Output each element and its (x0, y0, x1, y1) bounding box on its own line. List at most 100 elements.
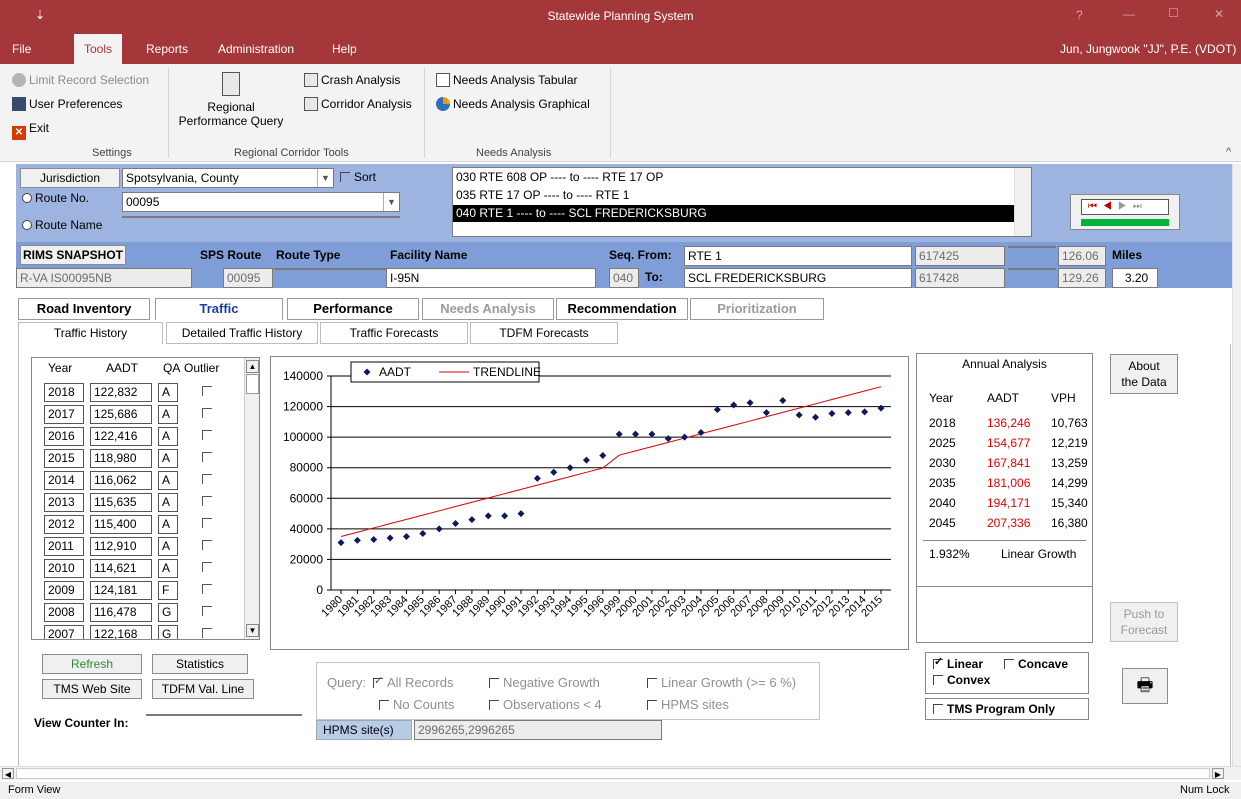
history-year-cell[interactable]: 2011 (44, 537, 84, 556)
outlier-checkbox[interactable] (202, 496, 212, 506)
crash-analysis-button[interactable]: Crash Analysis (304, 73, 400, 87)
tms-web-site-button[interactable]: TMS Web Site (42, 679, 142, 699)
negative-growth-checkbox[interactable]: Negative Growth (489, 675, 600, 690)
history-qa-cell[interactable]: A (158, 471, 178, 490)
history-qa-cell[interactable]: A (158, 449, 178, 468)
menu-reports[interactable]: Reports (146, 34, 188, 64)
exit-button[interactable]: ✕ Exit (12, 121, 49, 140)
needs-analysis-graphical-button[interactable]: Needs Analysis Graphical (436, 97, 590, 111)
regional-performance-query-button[interactable]: Regional Performance Query (176, 70, 286, 128)
linear-growth-checkbox[interactable]: Linear Growth (>= 6 %) (647, 675, 796, 690)
history-qa-cell[interactable]: F (158, 581, 178, 600)
tab-recommendation[interactable]: Recommendation (556, 298, 688, 320)
history-year-cell[interactable]: 2013 (44, 493, 84, 512)
history-qa-cell[interactable]: A (158, 493, 178, 512)
user-preferences-button[interactable]: User Preferences (12, 97, 122, 111)
history-qa-cell[interactable]: G (158, 625, 178, 639)
refresh-button[interactable]: Refresh (42, 654, 142, 674)
history-year-cell[interactable]: 2015 (44, 449, 84, 468)
history-year-cell[interactable]: 2017 (44, 405, 84, 424)
push-to-forecast-button[interactable]: Push to Forecast (1110, 602, 1178, 642)
route-type-select[interactable]: ▼ (274, 268, 386, 270)
scroll-thumb[interactable] (246, 374, 259, 394)
outlier-checkbox[interactable] (202, 540, 212, 550)
from-field[interactable]: RTE 1 (684, 246, 912, 266)
last-record-icon[interactable]: ⏭ (1133, 201, 1148, 212)
menu-file[interactable]: File (12, 34, 31, 64)
history-aadt-cell[interactable]: 116,062 (90, 471, 152, 490)
horizontal-scrollbar[interactable]: ◀ ▶ (0, 766, 1241, 780)
list-scrollbar[interactable] (1014, 168, 1031, 236)
maximize-icon[interactable]: ☐ (1168, 6, 1179, 20)
table-scrollbar[interactable]: ▲ ▼ (244, 358, 259, 639)
close-icon[interactable]: ✕ (1214, 7, 1224, 21)
corridor-analysis-button[interactable]: Corridor Analysis (304, 97, 412, 111)
history-aadt-cell[interactable]: 115,400 (90, 515, 152, 534)
menu-tools[interactable]: Tools (74, 34, 123, 64)
tab-prioritization[interactable]: Prioritization (690, 298, 824, 320)
outlier-checkbox[interactable] (202, 474, 212, 484)
history-year-cell[interactable]: 2009 (44, 581, 84, 600)
all-records-checkbox[interactable]: ✓ All Records (373, 675, 453, 690)
history-year-cell[interactable]: 2012 (44, 515, 84, 534)
subtab-traffic-forecasts[interactable]: Traffic Forecasts (320, 322, 468, 344)
history-aadt-cell[interactable]: 112,910 (90, 537, 152, 556)
tab-needs-analysis[interactable]: Needs Analysis (422, 298, 554, 320)
no-counts-checkbox[interactable]: No Counts (379, 697, 454, 712)
vertical-scrollbar[interactable] (1232, 164, 1241, 766)
concave-checkbox[interactable]: Concave (1004, 657, 1068, 671)
observations-checkbox[interactable]: Observations < 4 (489, 697, 602, 712)
history-aadt-cell[interactable]: 124,181 (90, 581, 152, 600)
tdfm-val-line-button[interactable]: TDFM Val. Line (152, 679, 254, 699)
route-name-select[interactable]: ▼ (122, 216, 400, 218)
outlier-checkbox[interactable] (202, 452, 212, 462)
facility-name-field[interactable]: I-95N (386, 268, 596, 288)
subtab-detailed-traffic-history[interactable]: Detailed Traffic History (166, 322, 318, 344)
convex-checkbox[interactable]: Convex (933, 673, 990, 687)
help-icon[interactable]: ? (1076, 8, 1083, 22)
print-button[interactable]: 🖶 (1122, 668, 1168, 704)
route-no-select[interactable]: 00095 ▼ (122, 192, 400, 212)
subtab-tdfm-forecasts[interactable]: TDFM Forecasts (470, 322, 618, 344)
list-item[interactable]: 040 RTE 1 ---- to ---- SCL FREDERICKSBUR… (456, 206, 707, 220)
scroll-right-icon[interactable]: ▶ (1212, 768, 1224, 779)
history-year-cell[interactable]: 2007 (44, 625, 84, 639)
menu-help[interactable]: Help (332, 34, 357, 64)
list-item[interactable]: 030 RTE 608 OP ---- to ---- RTE 17 OP (456, 170, 663, 184)
outlier-checkbox[interactable] (202, 584, 212, 594)
menu-administration[interactable]: Administration (218, 34, 294, 64)
scroll-thumb[interactable] (16, 768, 1210, 779)
scroll-down-icon[interactable]: ▼ (246, 624, 259, 637)
previous-record-icon[interactable]: ◀ (1103, 201, 1118, 212)
hpms-sites-checkbox[interactable]: HPMS sites (647, 697, 729, 712)
outlier-checkbox[interactable] (202, 606, 212, 616)
next-record-icon[interactable]: ▶ (1118, 201, 1133, 212)
tab-performance[interactable]: Performance (287, 298, 419, 320)
collapse-ribbon-icon[interactable]: ^ (1226, 146, 1231, 158)
history-year-cell[interactable]: 2018 (44, 383, 84, 402)
history-qa-cell[interactable]: A (158, 383, 178, 402)
sort-checkbox[interactable]: Sort (340, 170, 376, 184)
rims-snapshot-button[interactable]: RIMS SNAPSHOT (20, 245, 126, 265)
linear-checkbox[interactable]: ✓ Linear (933, 656, 983, 671)
tms-program-only-checkbox[interactable]: TMS Program Only (925, 698, 1089, 720)
scroll-up-icon[interactable]: ▲ (246, 360, 259, 373)
outlier-checkbox[interactable] (202, 408, 212, 418)
history-year-cell[interactable]: 2008 (44, 603, 84, 622)
history-aadt-cell[interactable]: 118,980 (90, 449, 152, 468)
tab-traffic[interactable]: Traffic (155, 298, 283, 320)
history-qa-cell[interactable]: G (158, 603, 178, 622)
jurisdiction-button[interactable]: Jurisdiction (20, 168, 120, 188)
history-year-cell[interactable]: 2010 (44, 559, 84, 578)
history-aadt-cell[interactable]: 122,832 (90, 383, 152, 402)
minimize-icon[interactable]: — (1123, 7, 1135, 21)
history-aadt-cell[interactable]: 115,635 (90, 493, 152, 512)
outlier-checkbox[interactable] (202, 562, 212, 572)
segment-list[interactable]: 030 RTE 608 OP ---- to ---- RTE 17 OP 03… (452, 167, 1032, 237)
outlier-checkbox[interactable] (202, 628, 212, 638)
scroll-left-icon[interactable]: ◀ (2, 768, 14, 779)
view-counter-select[interactable]: ▼ (146, 714, 302, 716)
about-the-data-button[interactable]: About the Data (1110, 354, 1178, 394)
outlier-checkbox[interactable] (202, 386, 212, 396)
route-no-radio[interactable]: Route No. (22, 191, 89, 205)
